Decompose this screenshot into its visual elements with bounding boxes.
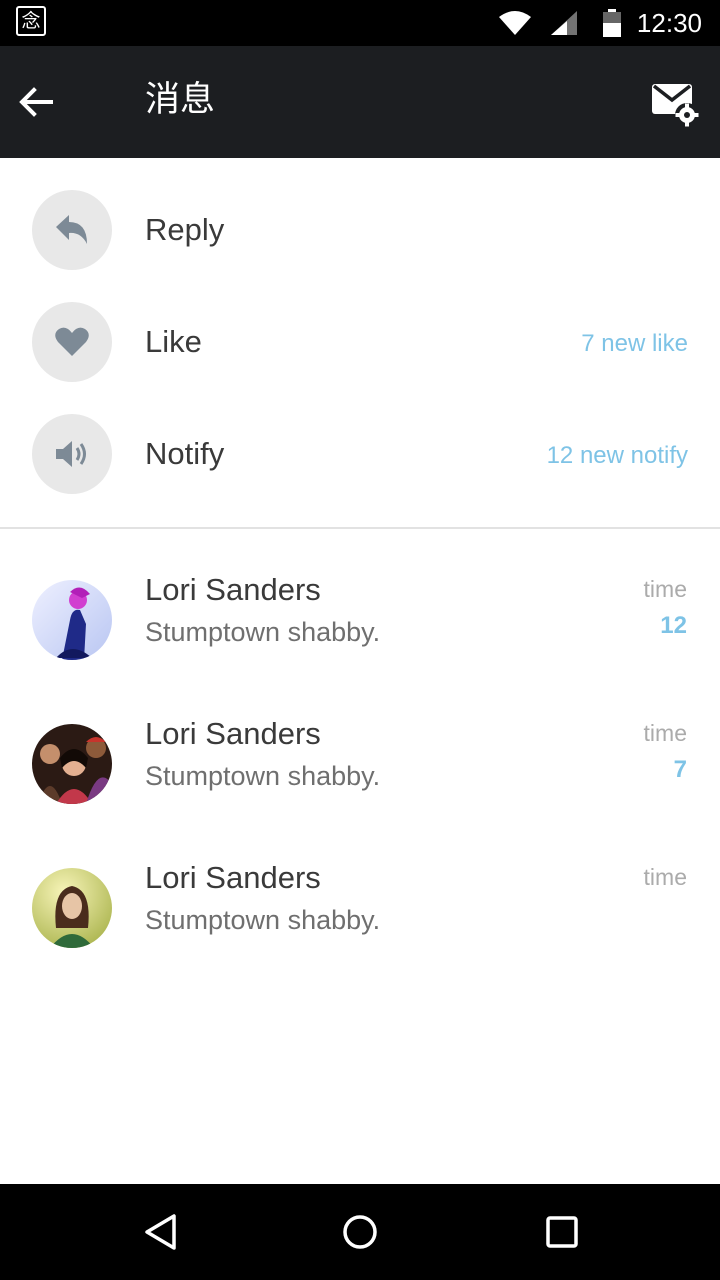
app-notification-icon: 念 [16, 6, 46, 36]
avatar [32, 868, 112, 948]
battery-icon [603, 0, 621, 46]
reply-circle [32, 190, 112, 270]
avatar [32, 580, 112, 660]
message-preview: Stumptown shabby. [145, 617, 381, 647]
home-circle-icon [343, 1215, 377, 1249]
avatar [32, 724, 112, 804]
cell-signal-icon [550, 0, 578, 46]
back-button[interactable] [18, 76, 78, 128]
category-like[interactable]: Like 7 new like [0, 286, 720, 398]
section-divider [0, 527, 720, 529]
app-bar: 消息 [0, 46, 720, 158]
like-circle [32, 302, 112, 382]
category-reply[interactable]: Reply [0, 174, 720, 286]
unread-count: 7 [673, 756, 687, 783]
unread-count: 12 [660, 612, 687, 639]
nav-back-button[interactable] [112, 1184, 208, 1280]
message-preview: Stumptown shabby. [145, 905, 381, 935]
wifi-icon [498, 0, 532, 46]
category-notify[interactable]: Notify 12 new notify [0, 398, 720, 510]
mail-settings-icon [652, 84, 699, 127]
message-time: time [643, 864, 687, 890]
message-sender: Lori Sanders [145, 860, 321, 895]
heart-icon [55, 327, 89, 356]
notify-circle [32, 414, 112, 494]
message-row[interactable]: Lori Sanders Stumptown shabby. time 12 [0, 546, 720, 690]
back-triangle-icon [145, 1214, 176, 1250]
message-sender: Lori Sanders [145, 572, 321, 607]
nav-home-button[interactable] [312, 1184, 408, 1280]
page-title: 消息 [145, 80, 216, 120]
speaker-icon [56, 441, 86, 467]
mail-settings-button[interactable] [650, 78, 700, 128]
message-row[interactable]: Lori Sanders Stumptown shabby. time [0, 834, 720, 978]
nav-recents-button[interactable] [514, 1184, 610, 1280]
reply-icon [56, 215, 87, 244]
message-row[interactable]: Lori Sanders Stumptown shabby. time 7 [0, 690, 720, 834]
category-label: Notify [145, 436, 225, 471]
message-time: time [643, 720, 687, 746]
category-count: 12 new notify [546, 442, 688, 469]
category-label: Like [145, 324, 202, 359]
arrow-left-icon [19, 87, 53, 117]
category-count: 7 new like [581, 330, 688, 357]
navigation-bar [0, 1184, 720, 1280]
message-sender: Lori Sanders [145, 716, 321, 751]
status-bar: 念 12:30 [0, 0, 720, 46]
category-label: Reply [145, 212, 225, 247]
status-clock: 12:30 [636, 8, 702, 38]
message-preview: Stumptown shabby. [145, 761, 381, 791]
message-time: time [643, 576, 687, 602]
recents-square-icon [546, 1216, 578, 1248]
